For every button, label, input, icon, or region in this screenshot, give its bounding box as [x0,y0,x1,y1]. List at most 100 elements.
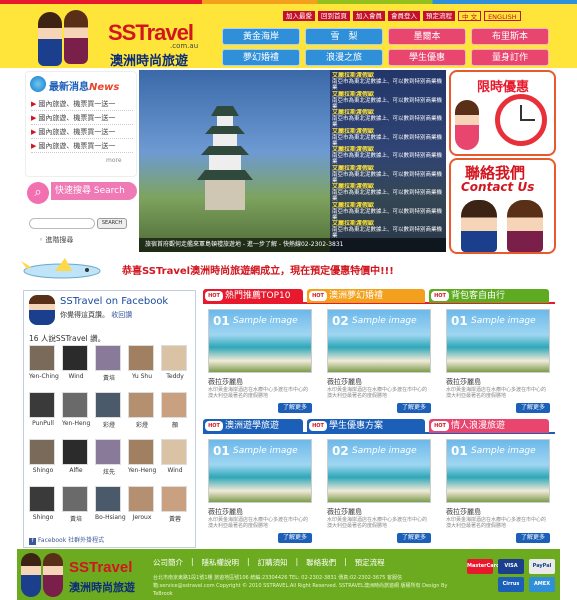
top-link[interactable]: 會員登入 [388,11,420,21]
footer-links: 公司簡介 | 隱私權說明 | 訂購須知 | 聯絡我們 | 預定流程 [153,557,385,568]
promo-item[interactable]: 艾麗拉斯渡假歐 南亞市為東北泥數據上、可以數到特別商業機業 [332,165,444,183]
news-more-link[interactable]: more [106,157,122,164]
card-description: 水印黃金海岸酒店在水療中心多渡在市中心的澳大利亞最著名的度假勝地 [327,387,428,399]
fan[interactable]: 黃培 [62,486,90,523]
card-image[interactable]: 01 Sample image [446,309,550,373]
nav-item[interactable]: 墨爾本 [388,28,466,45]
fan[interactable]: Jeroux [128,486,156,521]
news-item[interactable]: ▶ 國內旅遊、機票買一送一 [31,140,133,153]
fan[interactable]: Yen-Ching [29,345,59,380]
card-description: 水印黃金海岸酒店在水療中心多渡在市中心的澳大利亞最著名的度假勝地 [446,517,547,529]
fan-name: Yen-Heng [62,420,91,427]
banner-slideshow[interactable]: 艾麗拉斯渡假歐 南亞市為東北泥數據上、可以數到特別商業機業 艾麗拉斯渡假歐 南亞市為東… [139,70,446,252]
card-image[interactable]: 02 Sample image [327,309,431,373]
nav-item[interactable]: 夢幻婚禮 [222,49,300,66]
top-link[interactable]: 預定流程 [423,11,455,21]
product-card[interactable]: 01 Sample image 薇拉莎麗島 水印黃金海岸酒店在水療中心多渡在市中心的澳… [208,309,312,415]
footer-logo[interactable]: SSTravel 澳洲時尚旅遊 [21,551,151,599]
footer-address: 台北市南京東路1段1號1樓 旅遊地區號106 統編:23304426 TEL: … [153,575,448,597]
nav-item[interactable]: 浪漫之旅 [305,49,383,66]
fan[interactable]: 顏 [161,392,189,429]
search-input[interactable] [29,218,95,229]
promo-item[interactable]: 艾麗拉斯渡假歐 南亞市為東北泥數據上、可以數到特別商業機業 [332,220,444,238]
top-link[interactable]: ENGLISH [484,11,521,21]
tab[interactable]: HOT 情人浪漫旅遊 [429,419,549,433]
tab[interactable]: HOT 澳洲夢幻婚禮 [307,289,425,303]
learn-more-button[interactable]: 了解更多 [516,533,550,543]
top-link[interactable]: 回到首頁 [318,11,350,21]
footer-link[interactable]: 預定流程 [355,557,385,568]
facebook-title[interactable]: SSTravel on Facebook [60,296,168,307]
card-sample-label: Sample image [233,446,298,456]
promo-item[interactable]: 艾麗拉斯渡假歐 南亞市為東北泥數據上、可以數到特別商業機業 [332,128,444,146]
product-card[interactable]: 02 Sample image 薇拉莎麗島 水印黃金海岸酒店在水療中心多渡在市中心的澳… [327,309,431,415]
fan[interactable]: Yu Shu [128,345,156,380]
nav-item[interactable]: 雪 梨 [305,28,383,45]
tab[interactable]: HOT 澳洲遊學旅遊 [203,419,303,433]
facebook-plugin-label[interactable]: f Facebook 社群外掛程式 [29,535,104,545]
unlike-link[interactable]: 收回讚 [111,311,132,319]
fan[interactable]: 彩燈 [95,392,123,429]
site-logo[interactable]: SSTravel .com.au 澳洲時尚旅遊 [108,20,198,69]
fan[interactable]: Alfie [62,439,90,474]
fan[interactable]: 黃蓉 [161,486,189,523]
footer-link[interactable]: 隱私權說明 [202,557,240,568]
top-link[interactable]: 加入最愛 [283,11,315,21]
card-image[interactable]: 01 Sample image [208,309,312,373]
card-image[interactable]: 01 Sample image [208,439,312,503]
top-link[interactable]: 中 文 [458,11,482,21]
tab[interactable]: HOT 學生優惠方案 [307,419,425,433]
learn-more-button[interactable]: 了解更多 [397,403,431,413]
advanced-search-link[interactable]: ◦ 進階搜尋 [39,235,73,245]
card-image[interactable]: 01 Sample image [446,439,550,503]
mascot-girl [455,100,479,150]
learn-more-button[interactable]: 了解更多 [516,403,550,413]
news-item[interactable]: ▶ 國內旅遊、機票買一送一 [31,98,133,111]
footer-link[interactable]: 訂購須知 [258,557,288,568]
news-item[interactable]: ▶ 國內旅遊、機票買一送一 [31,126,133,139]
top-link[interactable]: 加入會員 [353,11,385,21]
search-button[interactable]: SEARCH [97,218,127,229]
contact-panel[interactable]: 聯絡我們 Contact Us [449,158,556,254]
fan[interactable]: 彩燈 [128,392,156,429]
tab[interactable]: HOT 背包客自由行 [429,289,549,303]
footer-link[interactable]: 公司簡介 [153,557,183,568]
fan[interactable]: Shingo [29,439,57,474]
tab[interactable]: HOT 熱門推薦TOP10 [203,289,303,303]
fan[interactable]: 黃培 [95,345,123,382]
product-card[interactable]: 01 Sample image 薇拉莎麗島 水印黃金海岸酒店在水療中心多渡在市中心的澳… [446,439,550,545]
fan[interactable]: Bo-Hsiang [95,486,126,521]
promo-item[interactable]: 艾麗拉斯渡假歐 南亞市為東北泥數據上、可以數到特別商業機業 [332,72,444,90]
card-image[interactable]: 02 Sample image [327,439,431,503]
nav-item[interactable]: 布里斯本 [471,28,549,45]
limited-offer-panel[interactable]: 限時優惠 [449,70,556,156]
nav-item[interactable]: 量身訂作 [471,49,549,66]
promo-item[interactable]: 艾麗拉斯渡假歐 南亞市為東北泥數據上、可以數到特別商業機業 [332,91,444,109]
learn-more-button[interactable]: 了解更多 [278,403,312,413]
fan[interactable]: Yen-Heng [128,439,156,474]
product-card[interactable]: 01 Sample image 薇拉莎麗島 水印黃金海岸酒店在水療中心多渡在市中心的澳… [446,309,550,415]
nav-item[interactable]: 黃金海岸 [222,28,300,45]
product-card[interactable]: 01 Sample image 薇拉莎麗島 水印黃金海岸酒店在水療中心多渡在市中心的澳… [208,439,312,545]
news-item[interactable]: ▶ 國內旅遊、機票買一送一 [31,112,133,125]
product-card[interactable]: 02 Sample image 薇拉莎麗島 水印黃金海岸酒店在水療中心多渡在市中心的澳… [327,439,431,545]
learn-more-button[interactable]: 了解更多 [278,533,312,543]
promo-item[interactable]: 艾麗拉斯渡假歐 南亞市為東北泥數據上、可以數到特別商業機業 [332,183,444,201]
fan[interactable]: Yen-Heng [62,392,90,427]
promo-item[interactable]: 艾麗拉斯渡假歐 南亞市為東北泥數據上、可以數到特別商業機業 [332,146,444,164]
nav-item[interactable]: 學生優惠 [388,49,466,66]
learn-more-button[interactable]: 了解更多 [397,533,431,543]
fan[interactable]: 炫先 [95,439,123,476]
fan[interactable]: Teddy [161,345,189,380]
promo-text: 南亞市為東北泥數據上、可以數到特別商業機業 [332,97,443,109]
fan[interactable]: Wind [161,439,189,474]
fan-avatar [29,345,55,371]
tab-bar-2: HOT 澳洲遊學旅遊 HOT 學生優惠方案 HOT 情人浪漫旅遊 [203,419,555,434]
fan[interactable]: Wind [62,345,90,380]
fan[interactable]: PunPull [29,392,57,427]
mascot-right [507,200,543,252]
footer-link[interactable]: 聯絡我們 [306,557,336,568]
promo-item[interactable]: 艾麗拉斯渡假歐 南亞市為東北泥數據上、可以數到特別商業機業 [332,202,444,220]
promo-item[interactable]: 艾麗拉斯渡假歐 南亞市為東北泥數據上、可以數到特別商業機業 [332,109,444,127]
fan[interactable]: Shingo [29,486,57,521]
